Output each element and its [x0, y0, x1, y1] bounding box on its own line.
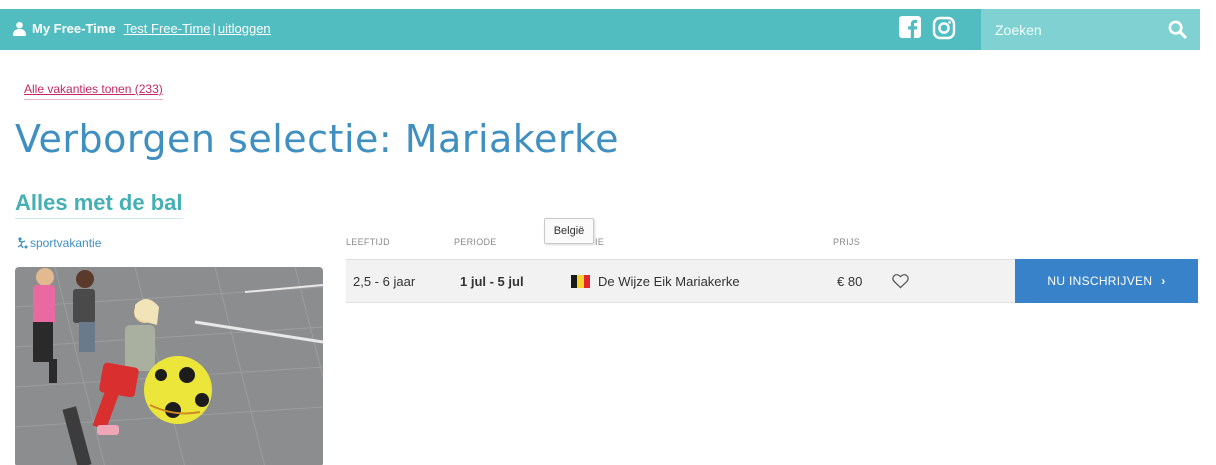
price-cell: € 80 — [837, 274, 863, 289]
table-row[interactable]: 2,5 - 6 jaar 1 jul - 5 jul De Wijze Eik … — [346, 259, 1198, 303]
sport-icon — [17, 237, 28, 249]
user-icon — [12, 21, 27, 36]
heart-icon[interactable] — [892, 273, 909, 289]
age-cell: 2,5 - 6 jaar — [353, 274, 416, 289]
facebook-icon[interactable] — [899, 16, 921, 38]
country-tooltip: België — [544, 218, 594, 244]
logout-link[interactable]: uitloggen — [218, 21, 271, 36]
page-title: Verborgen selectie: Mariakerke — [15, 117, 619, 161]
category-label[interactable]: sportvakantie — [16, 236, 101, 250]
chevron-right-icon: › — [1161, 274, 1166, 288]
site-title: My Free-Time — [32, 21, 116, 36]
register-now-label: NU INSCHRIJVEN — [1047, 274, 1153, 288]
search-icon[interactable] — [1168, 20, 1187, 39]
top-navigation-bar: My Free-Time Test Free-Time | uitloggen — [0, 9, 1216, 50]
search-box — [981, 9, 1200, 50]
period-cell: 1 jul - 5 jul — [460, 274, 524, 289]
category-text: sportvakantie — [30, 236, 102, 250]
show-all-holidays-link[interactable]: Alle vakanties tonen (233) — [24, 82, 163, 100]
column-header-price: PRIJS — [833, 237, 861, 247]
register-now-button[interactable]: NU INSCHRIJVEN › — [1015, 259, 1198, 303]
column-header-location: IE — [595, 237, 605, 247]
instagram-icon[interactable] — [932, 16, 956, 40]
section-title[interactable]: Alles met de bal — [15, 190, 183, 219]
activity-photo-illustration — [15, 267, 323, 465]
account-area: My Free-Time Test Free-Time | uitloggen — [12, 21, 271, 36]
column-header-age: LEEFTIJD — [346, 237, 390, 247]
link-separator: | — [212, 21, 216, 36]
account-link[interactable]: Test Free-Time — [124, 21, 211, 36]
search-input[interactable] — [981, 21, 1151, 38]
location-cell: De Wijze Eik Mariakerke — [598, 274, 740, 289]
column-header-period: PERIODE — [454, 237, 497, 247]
activity-photo[interactable] — [15, 267, 323, 465]
belgium-flag-icon[interactable] — [571, 275, 590, 288]
